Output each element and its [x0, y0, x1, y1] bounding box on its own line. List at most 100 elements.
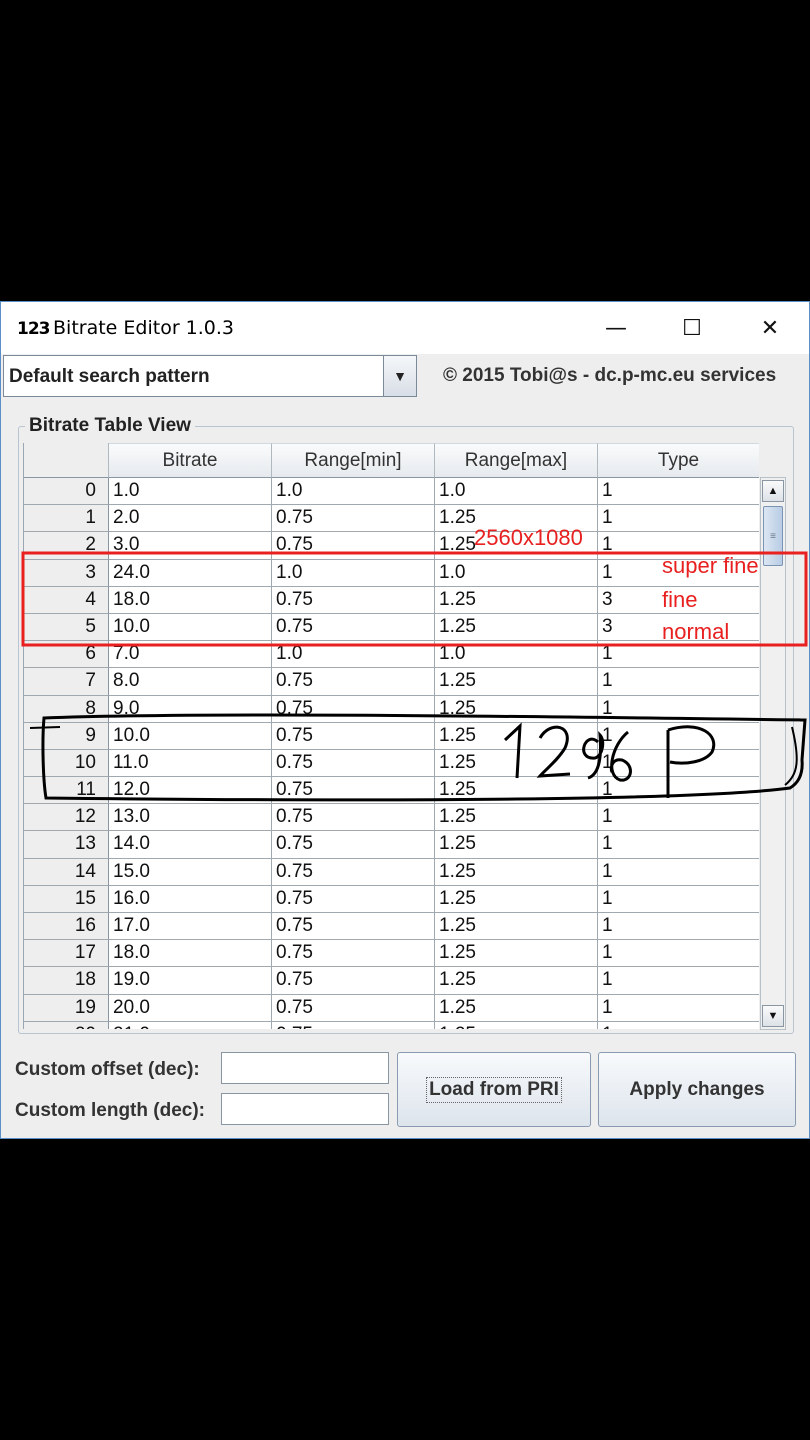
- cell-bitrate[interactable]: 15.0: [109, 858, 272, 886]
- cell-bitrate[interactable]: 24.0: [109, 559, 272, 587]
- cell-range-min[interactable]: 0.75: [272, 831, 435, 859]
- scroll-down-icon[interactable]: ▼: [762, 1005, 784, 1027]
- table-row[interactable]: 1 2.0 0.75 1.25 1: [24, 505, 759, 533]
- cell-range-min[interactable]: 0.75: [272, 722, 435, 750]
- cell-type[interactable]: 1: [598, 777, 759, 805]
- minimize-button[interactable]: —: [581, 302, 651, 354]
- table-row[interactable]: 15 16.0 0.75 1.25 1: [24, 885, 759, 913]
- custom-offset-field[interactable]: [221, 1052, 389, 1084]
- table-row[interactable]: 17 18.0 0.75 1.25 1: [24, 940, 759, 968]
- table-row[interactable]: 16 17.0 0.75 1.25 1: [24, 913, 759, 941]
- table-scrollbar[interactable]: ▲ ≡ ▼: [760, 477, 786, 1030]
- cell-bitrate[interactable]: 7.0: [109, 641, 272, 669]
- cell-type[interactable]: 1: [598, 668, 759, 696]
- cell-bitrate[interactable]: 13.0: [109, 804, 272, 832]
- cell-range-min[interactable]: 1.0: [272, 641, 435, 669]
- cell-range-min[interactable]: 1.0: [272, 559, 435, 587]
- cell-type[interactable]: 1: [598, 886, 759, 913]
- cell-type[interactable]: 1: [598, 750, 759, 778]
- cell-range-max[interactable]: 1.25: [435, 967, 598, 995]
- cell-range-max[interactable]: 1.25: [435, 913, 598, 941]
- cell-range-max[interactable]: 1.25: [435, 695, 598, 723]
- cell-range-min[interactable]: 0.75: [272, 668, 435, 696]
- header-range-min[interactable]: Range[min]: [272, 443, 435, 478]
- cell-type[interactable]: 1: [598, 831, 759, 859]
- cell-bitrate[interactable]: 10.0: [109, 722, 272, 750]
- cell-bitrate[interactable]: 12.0: [109, 777, 272, 805]
- cell-type[interactable]: 1: [598, 532, 759, 560]
- cell-range-min[interactable]: 0.75: [272, 532, 435, 560]
- cell-range-min[interactable]: 1.0: [272, 478, 435, 506]
- custom-length-field[interactable]: [221, 1093, 389, 1125]
- cell-type[interactable]: 1: [598, 641, 759, 669]
- cell-type[interactable]: 3: [598, 587, 759, 614]
- table-row[interactable]: 6 7.0 1.0 1.0 1: [24, 641, 759, 669]
- cell-type[interactable]: 1: [598, 859, 759, 886]
- cell-bitrate[interactable]: 8.0: [109, 668, 272, 696]
- cell-range-max[interactable]: 1.25: [435, 722, 598, 750]
- table-row[interactable]: 0 1.0 1.0 1.0 1: [24, 478, 759, 506]
- cell-range-max[interactable]: 1.25: [435, 586, 598, 614]
- cell-range-min[interactable]: 0.75: [272, 1021, 435, 1029]
- bitrate-table[interactable]: Bitrate Range[min] Range[max] Type 0 1.0 1…: [23, 443, 759, 1029]
- cell-range-max[interactable]: 1.0: [435, 641, 598, 669]
- table-row[interactable]: 3 24.0 1.0 1.0 1: [24, 559, 759, 587]
- cell-bitrate[interactable]: 2.0: [109, 505, 272, 533]
- search-pattern-dropdown[interactable]: Default search pattern ▼: [3, 355, 417, 397]
- cell-range-max[interactable]: 1.25: [435, 505, 598, 533]
- table-row[interactable]: 4 18.0 0.75 1.25 3: [24, 586, 759, 614]
- load-from-pri-button[interactable]: Load from PRI: [397, 1052, 591, 1127]
- cell-range-min[interactable]: 0.75: [272, 613, 435, 642]
- close-button[interactable]: ✕: [735, 302, 805, 354]
- cell-range-max[interactable]: 1.25: [435, 858, 598, 886]
- header-type[interactable]: Type: [598, 443, 759, 478]
- cell-range-min[interactable]: 0.75: [272, 695, 435, 723]
- cell-type[interactable]: 1: [598, 913, 759, 941]
- table-row[interactable]: 12 13.0 0.75 1.25 1: [24, 804, 759, 832]
- cell-bitrate[interactable]: 16.0: [109, 885, 272, 913]
- cell-range-min[interactable]: 0.75: [272, 749, 435, 778]
- cell-type[interactable]: 3: [598, 614, 759, 642]
- title-bar[interactable]: 123 Bitrate Editor 1.0.3 — ☐ ✕: [1, 302, 809, 354]
- cell-bitrate[interactable]: 20.0: [109, 994, 272, 1022]
- header-range-max[interactable]: Range[max]: [435, 443, 598, 478]
- cell-range-min[interactable]: 0.75: [272, 940, 435, 968]
- cell-range-max[interactable]: 1.25: [435, 532, 598, 560]
- cell-bitrate[interactable]: 18.0: [109, 940, 272, 968]
- cell-range-min[interactable]: 0.75: [272, 777, 435, 805]
- table-row[interactable]: 2021.00.751.251: [24, 1021, 759, 1029]
- cell-bitrate[interactable]: 21.0: [109, 1021, 272, 1029]
- cell-range-min[interactable]: 0.75: [272, 858, 435, 886]
- cell-type[interactable]: 1: [598, 696, 759, 723]
- cell-bitrate[interactable]: 10.0: [109, 613, 272, 642]
- table-row[interactable]: 11 12.0 0.75 1.25 1: [24, 777, 759, 805]
- cell-type[interactable]: 1: [598, 940, 759, 968]
- table-row[interactable]: 19 20.0 0.75 1.25 1: [24, 994, 759, 1022]
- cell-range-max[interactable]: 1.25: [435, 885, 598, 913]
- cell-range-min[interactable]: 0.75: [272, 586, 435, 614]
- table-row[interactable]: 2 3.0 0.75 1.25 1: [24, 532, 759, 560]
- cell-range-max[interactable]: 1.25: [435, 940, 598, 968]
- chevron-down-icon[interactable]: ▼: [383, 356, 416, 396]
- cell-bitrate[interactable]: 18.0: [109, 586, 272, 614]
- apply-changes-button[interactable]: Apply changes: [598, 1052, 796, 1127]
- table-row[interactable]: 10 11.0 0.75 1.25 1: [24, 749, 759, 778]
- cell-range-min[interactable]: 0.75: [272, 804, 435, 832]
- cell-range-max[interactable]: 1.25: [435, 994, 598, 1022]
- cell-range-max[interactable]: 1.25: [435, 668, 598, 696]
- cell-type[interactable]: 1: [598, 1022, 759, 1029]
- cell-bitrate[interactable]: 11.0: [109, 749, 272, 778]
- cell-type[interactable]: 1: [598, 505, 759, 533]
- cell-bitrate[interactable]: 19.0: [109, 967, 272, 995]
- scroll-up-icon[interactable]: ▲: [762, 480, 784, 502]
- cell-type[interactable]: 1: [598, 560, 759, 587]
- table-row[interactable]: 5 10.0 0.75 1.25 3: [24, 613, 759, 642]
- cell-type[interactable]: 1: [598, 967, 759, 995]
- cell-range-max[interactable]: 1.25: [435, 1021, 598, 1029]
- cell-range-max[interactable]: 1.0: [435, 559, 598, 587]
- cell-range-min[interactable]: 0.75: [272, 913, 435, 941]
- table-row[interactable]: 13 14.0 0.75 1.25 1: [24, 831, 759, 859]
- table-row[interactable]: 9 10.0 0.75 1.25 1: [24, 722, 759, 750]
- scroll-thumb[interactable]: ≡: [763, 506, 783, 566]
- cell-bitrate[interactable]: 17.0: [109, 913, 272, 941]
